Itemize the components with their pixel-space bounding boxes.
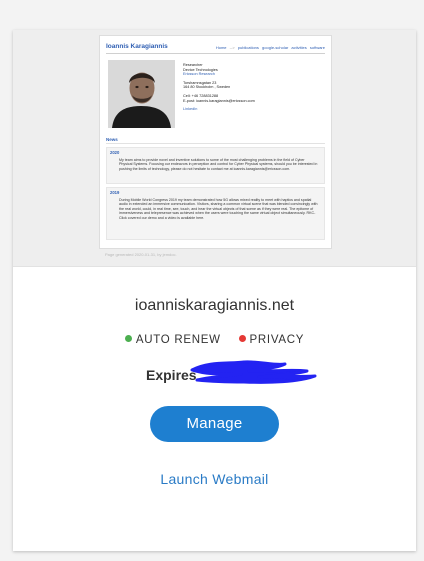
domain-status-badges: AUTO RENEW PRIVACY [13, 334, 416, 346]
privacy-badge: PRIVACY [238, 334, 305, 346]
news-year: 2020 [110, 150, 120, 155]
domain-card: Ioannis Karagiannis Home --> publication… [13, 30, 416, 551]
preview-nav-item: publications [237, 45, 259, 50]
preview-news-heading: News [106, 137, 118, 142]
preview-news-divider [106, 143, 325, 144]
redaction-scribble [190, 360, 317, 384]
manage-button[interactable]: Manage [150, 406, 279, 442]
auto-renew-status-dot-icon [124, 335, 132, 342]
news-text: My team aims to provide novel and invent… [119, 158, 318, 171]
profile-photo [108, 60, 175, 128]
privacy-label: PRIVACY [249, 334, 305, 346]
preview-nav-separator: --> [229, 45, 235, 50]
auto-renew-label: AUTO RENEW [135, 334, 221, 346]
preview-nav-item: google-scholar [262, 45, 289, 50]
privacy-status-dot-icon [238, 335, 246, 342]
news-item: 2020 My team aims to provide novel and i… [106, 147, 325, 184]
launch-webmail-link[interactable]: Launch Webmail [13, 471, 416, 487]
news-year: 2019 [110, 190, 120, 195]
website-preview-area[interactable]: Ioannis Karagiannis Home --> publication… [13, 30, 416, 267]
preview-nav: Home --> publications google-scholar act… [214, 45, 325, 50]
preview-contact-info: Researcher Device Technologies Ericsson … [183, 63, 323, 112]
news-item: 2019 During Mobile World Congress 2019 m… [106, 187, 325, 240]
preview-site-name: Ioannis Karagiannis [106, 43, 168, 50]
preview-nav-item: activities [291, 45, 307, 50]
preview-footer: Page generated 2020-01-31, by jemdoc. [105, 252, 177, 257]
info-link: LinkedIn [183, 107, 198, 112]
preview-nav-item: Home [215, 45, 227, 50]
preview-nav-item: software [309, 45, 325, 50]
preview-divider [106, 53, 325, 54]
domain-name: ioanniskaragiannis.net [134, 297, 295, 314]
auto-renew-badge: AUTO RENEW [124, 334, 221, 346]
news-text: During Mobile World Congress 2019 my tea… [119, 198, 318, 220]
website-preview-thumbnail[interactable]: Ioannis Karagiannis Home --> publication… [99, 35, 332, 249]
